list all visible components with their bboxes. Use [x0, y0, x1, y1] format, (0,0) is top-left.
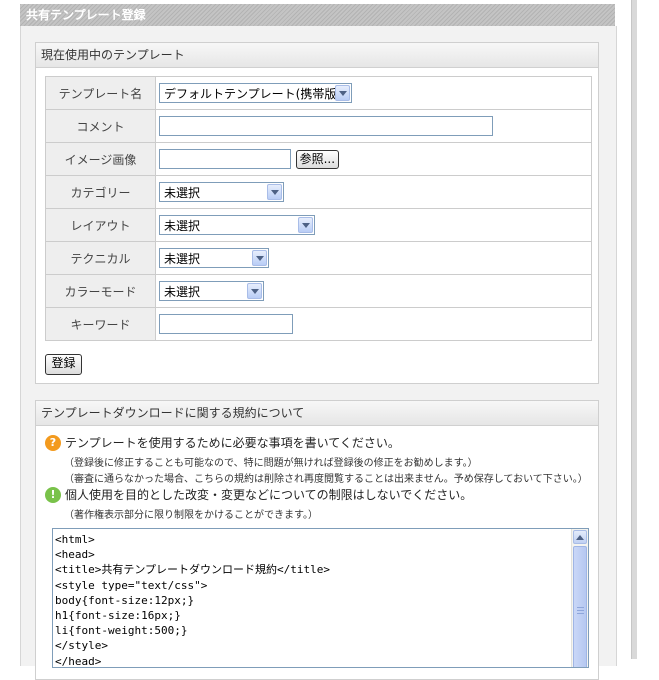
- template-form-table: テンプレート名 デフォルトテンプレート(携帯版) コメント イメージ画像 参照.…: [45, 76, 592, 341]
- chevron-down-icon: [252, 250, 267, 266]
- note-2-sub-1: （著作権表示部分に限り制限をかけることができます。）: [64, 510, 318, 521]
- note-1: ? テンプレートを使用するために必要な事項を書いてください。: [45, 434, 400, 451]
- template-name-select-value: デフォルトテンプレート(携帯版): [164, 86, 335, 101]
- comment-input[interactable]: [159, 116, 493, 136]
- technical-select-value: 未選択: [164, 251, 201, 266]
- note-1-sub-2: （審査に通らなかった場合、こちらの規約は削除され再度閲覧することは出来ません。予…: [64, 474, 588, 485]
- layout-label: レイアウト: [45, 208, 156, 242]
- note-2-text: 個人使用を目的とした改変・変更などについての制限はしないでください。: [65, 488, 473, 502]
- layout-select-value: 未選択: [164, 218, 201, 233]
- form-row-category: カテゴリー 未選択: [45, 175, 592, 209]
- comment-label: コメント: [45, 109, 156, 143]
- form-row-image: イメージ画像 参照...: [45, 142, 592, 176]
- chevron-down-icon: [335, 85, 350, 101]
- terms-heading: テンプレートダウンロードに関する規約について: [36, 401, 598, 426]
- form-row-technical: テクニカル 未選択: [45, 241, 592, 275]
- color-mode-label: カラーモード: [45, 274, 156, 308]
- form-row-layout: レイアウト 未選択: [45, 208, 592, 242]
- page-right-border: [631, 0, 637, 659]
- terms-panel: テンプレートダウンロードに関する規約について ? テンプレートを使用するために必…: [35, 400, 599, 680]
- terms-code-textarea[interactable]: <html> <head> <title>共有テンプレートダウンロード規約</t…: [52, 528, 589, 668]
- textarea-scrollbar[interactable]: [571, 529, 588, 667]
- form-row-comment: コメント: [45, 109, 592, 143]
- keyword-input[interactable]: [159, 314, 293, 334]
- technical-select[interactable]: 未選択: [159, 248, 269, 268]
- category-select-value: 未選択: [164, 185, 201, 200]
- layout-select[interactable]: 未選択: [159, 215, 315, 235]
- submit-button[interactable]: 登録: [45, 354, 82, 375]
- image-file-input[interactable]: [159, 149, 291, 169]
- terms-code-content: <html> <head> <title>共有テンプレートダウンロード規約</t…: [55, 533, 331, 668]
- browse-button[interactable]: 参照...: [295, 149, 339, 169]
- page-title: 共有テンプレート登録: [20, 4, 615, 26]
- color-mode-select-value: 未選択: [164, 284, 201, 299]
- image-label: イメージ画像: [45, 142, 156, 176]
- current-template-heading: 現在使用中のテンプレート: [36, 43, 598, 68]
- question-icon: ?: [45, 434, 61, 451]
- current-template-panel: 現在使用中のテンプレート テンプレート名 デフォルトテンプレート(携帯版) コメ…: [35, 42, 599, 384]
- scrollbar-thumb[interactable]: [573, 546, 587, 667]
- form-row-keyword: キーワード: [45, 307, 592, 341]
- category-select[interactable]: 未選択: [159, 182, 284, 202]
- note-1-sub-1: （登録後に修正することも可能なので、特に問題が無ければ登録後の修正をお勧めします…: [64, 458, 478, 469]
- template-name-label: テンプレート名: [45, 76, 156, 110]
- category-label: カテゴリー: [45, 175, 156, 209]
- chevron-down-icon: [247, 283, 262, 299]
- template-name-select[interactable]: デフォルトテンプレート(携帯版): [159, 83, 352, 103]
- form-row-color-mode: カラーモード 未選択: [45, 274, 592, 308]
- form-row-template-name: テンプレート名 デフォルトテンプレート(携帯版): [45, 76, 592, 110]
- exclamation-icon: !: [45, 486, 61, 503]
- chevron-down-icon: [298, 217, 313, 233]
- note-2: ! 個人使用を目的とした改変・変更などについての制限はしないでください。: [45, 486, 472, 503]
- technical-label: テクニカル: [45, 241, 156, 275]
- note-1-text: テンプレートを使用するために必要な事項を書いてください。: [65, 436, 400, 450]
- keyword-label: キーワード: [45, 307, 156, 341]
- color-mode-select[interactable]: 未選択: [159, 281, 264, 301]
- chevron-down-icon: [267, 184, 282, 200]
- scroll-up-arrow-icon[interactable]: [573, 530, 587, 544]
